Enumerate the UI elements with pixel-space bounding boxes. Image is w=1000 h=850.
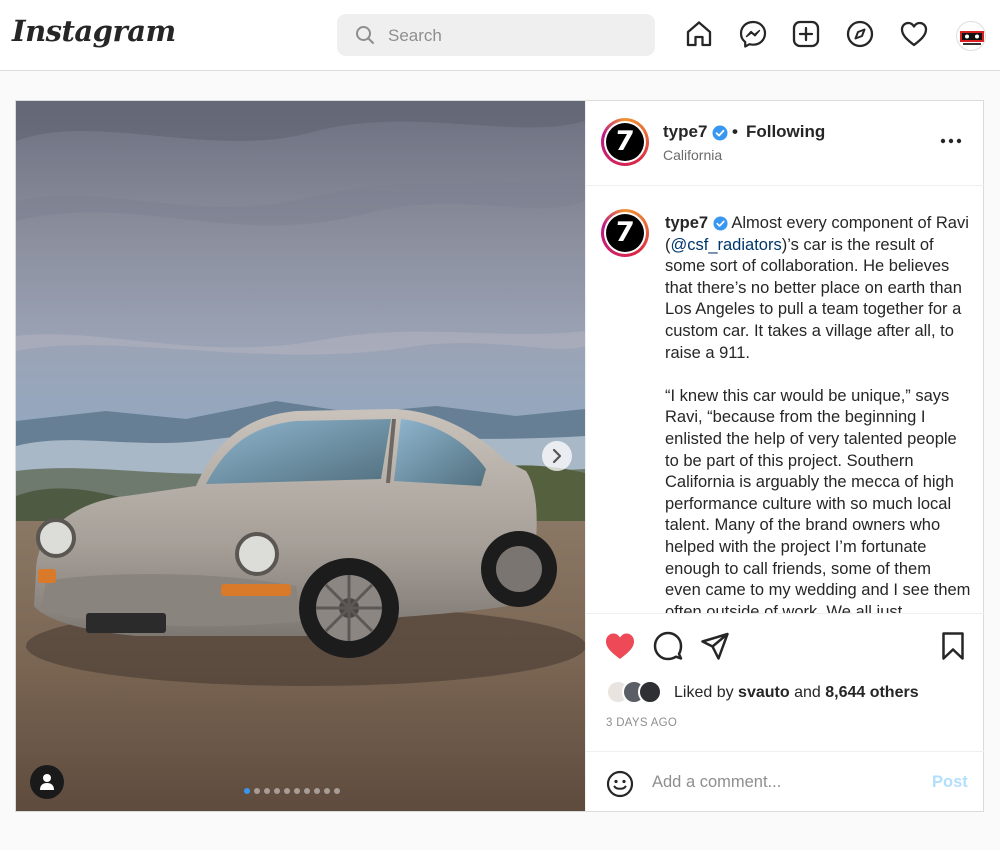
caption-scroll-area[interactable]: 7 type7 Almost every component of Ravi (… bbox=[586, 187, 984, 613]
carousel-dot bbox=[254, 788, 260, 794]
share-icon[interactable] bbox=[700, 631, 730, 661]
post-card: 7 type7 • Following California 7 type7 A… bbox=[15, 100, 984, 812]
post-image[interactable] bbox=[16, 101, 585, 811]
post-caption: type7 Almost every component of Ravi (@c… bbox=[665, 213, 971, 613]
carousel-dot bbox=[324, 788, 330, 794]
post-comment-button[interactable]: Post bbox=[932, 773, 968, 792]
explore-icon[interactable] bbox=[845, 19, 875, 49]
caption-username[interactable]: type7 bbox=[665, 214, 708, 232]
post-location[interactable]: California bbox=[663, 147, 722, 163]
carousel-dot bbox=[284, 788, 290, 794]
author-avatar[interactable]: 7 bbox=[601, 118, 649, 166]
carousel-dot bbox=[334, 788, 340, 794]
carousel-dot bbox=[274, 788, 280, 794]
mention-link[interactable]: @csf_radiators bbox=[671, 236, 782, 254]
carousel-indicator bbox=[244, 788, 340, 794]
messenger-icon[interactable] bbox=[738, 19, 768, 49]
following-status[interactable]: • Following bbox=[732, 122, 825, 142]
caption-author-avatar[interactable]: 7 bbox=[601, 209, 649, 257]
carousel-dot bbox=[294, 788, 300, 794]
carousel-dot bbox=[264, 788, 270, 794]
car-photo bbox=[16, 101, 585, 811]
chevron-right-icon bbox=[552, 448, 562, 464]
instagram-logo[interactable]: Instagram bbox=[12, 14, 176, 48]
comment-icon[interactable] bbox=[653, 631, 683, 661]
top-navigation-bar: Instagram Search bbox=[0, 0, 1000, 71]
post-header: 7 type7 • Following California bbox=[586, 101, 984, 186]
verified-badge-icon bbox=[712, 125, 728, 141]
comment-input[interactable]: Add a comment... bbox=[652, 773, 781, 792]
verified-badge-icon bbox=[713, 216, 728, 231]
profile-avatar[interactable] bbox=[956, 21, 986, 51]
likes-summary[interactable]: Liked by svauto and 8,644 others bbox=[674, 684, 919, 702]
post-sidebar: 7 type7 • Following California 7 type7 A… bbox=[585, 101, 984, 811]
carousel-next-button[interactable] bbox=[542, 441, 572, 471]
caption-paragraph: “I knew this car would be unique,” says … bbox=[665, 386, 971, 613]
carousel-dot bbox=[304, 788, 310, 794]
comment-bar: Add a comment... Post bbox=[586, 751, 984, 812]
home-icon[interactable] bbox=[684, 19, 714, 49]
post-actions: Liked by svauto and 8,644 others 3 DAYS … bbox=[586, 613, 984, 811]
search-icon bbox=[356, 26, 374, 44]
post-timestamp[interactable]: 3 DAYS AGO bbox=[606, 717, 677, 729]
search-input[interactable]: Search bbox=[388, 26, 442, 46]
activity-heart-icon[interactable] bbox=[899, 19, 929, 49]
user-icon bbox=[40, 774, 54, 790]
new-post-icon[interactable] bbox=[791, 19, 821, 49]
author-username[interactable]: type7 bbox=[663, 122, 728, 142]
more-options-icon[interactable] bbox=[940, 138, 962, 144]
tagged-users-button[interactable] bbox=[30, 765, 64, 799]
carousel-dot bbox=[314, 788, 320, 794]
emoji-icon[interactable] bbox=[606, 770, 634, 798]
like-heart-icon[interactable] bbox=[604, 631, 636, 661]
save-bookmark-icon[interactable] bbox=[941, 631, 965, 661]
search-box[interactable]: Search bbox=[337, 14, 655, 56]
carousel-dot bbox=[244, 788, 250, 794]
